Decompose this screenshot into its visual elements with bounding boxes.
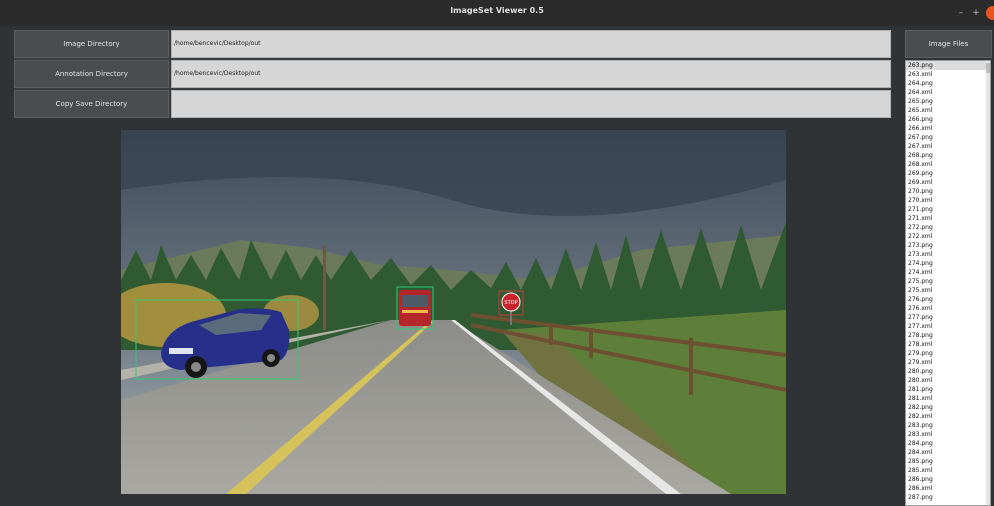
annotation-directory-button[interactable]: Annotation Directory [14, 60, 169, 88]
scrollbar-thumb[interactable] [986, 63, 990, 73]
file-list-item[interactable]: 284.xml [906, 448, 990, 457]
window-title: ImageSet Viewer 0.5 [450, 6, 544, 15]
image-files-header[interactable]: Image Files [905, 30, 992, 58]
file-list-item[interactable]: 268.xml [906, 160, 990, 169]
file-list-item[interactable]: 267.xml [906, 142, 990, 151]
file-list-item[interactable]: 264.xml [906, 88, 990, 97]
file-list-item[interactable]: 276.png [906, 295, 990, 304]
file-list-item[interactable]: 279.xml [906, 358, 990, 367]
file-list-item[interactable]: 270.png [906, 187, 990, 196]
file-list-item[interactable]: 286.png [906, 475, 990, 484]
minimize-icon[interactable]: – [954, 6, 968, 20]
close-icon[interactable] [986, 6, 994, 20]
file-list-item[interactable]: 282.png [906, 403, 990, 412]
file-list-item[interactable]: 283.xml [906, 430, 990, 439]
file-list-item[interactable]: 275.xml [906, 286, 990, 295]
maximize-icon[interactable]: + [969, 6, 983, 20]
file-list-item[interactable]: 286.xml [906, 484, 990, 493]
file-list-item[interactable]: 278.png [906, 331, 990, 340]
file-list-item[interactable]: 269.xml [906, 178, 990, 187]
file-list-item[interactable]: 280.xml [906, 376, 990, 385]
file-list-item[interactable]: 273.xml [906, 250, 990, 259]
main-area: Image Directory /home/bencevic/Desktop/o… [0, 26, 994, 506]
file-list-item[interactable]: 265.png [906, 97, 990, 106]
file-list-item[interactable]: 280.png [906, 367, 990, 376]
stop-sign-text: STOP [504, 300, 517, 306]
bus [396, 286, 434, 330]
directory-form: Image Directory /home/bencevic/Desktop/o… [14, 30, 892, 118]
file-list-item[interactable]: 270.xml [906, 196, 990, 205]
file-list-item[interactable]: 283.png [906, 421, 990, 430]
copy-save-directory-row: Copy Save Directory [14, 90, 892, 118]
file-list-item[interactable]: 266.png [906, 115, 990, 124]
file-list-item[interactable]: 272.xml [906, 232, 990, 241]
file-list-item[interactable]: 281.png [906, 385, 990, 394]
file-list-item[interactable]: 264.png [906, 79, 990, 88]
file-list-item[interactable]: 263.png [906, 61, 990, 70]
annotation-directory-field[interactable]: /home/bencevic/Desktop/out [171, 60, 891, 88]
image-files-list[interactable]: 263.png 263.xml 264.png 264.xml 265.png 265.x… [905, 60, 991, 506]
image-directory-field[interactable]: /home/bencevic/Desktop/out [171, 30, 891, 58]
file-list-item[interactable]: 274.png [906, 259, 990, 268]
file-list-item[interactable]: 267.png [906, 133, 990, 142]
file-list-scrollbar[interactable] [986, 61, 990, 505]
file-list-item[interactable]: 263.xml [906, 70, 990, 79]
file-list-item[interactable]: 284.png [906, 439, 990, 448]
file-list-item[interactable]: 279.png [906, 349, 990, 358]
file-list-item[interactable]: 271.png [906, 205, 990, 214]
image-directory-button[interactable]: Image Directory [14, 30, 169, 58]
file-list-item[interactable]: 277.png [906, 313, 990, 322]
file-list-item[interactable]: 273.png [906, 241, 990, 250]
file-list-item[interactable]: 272.png [906, 223, 990, 232]
utility-pole [323, 245, 326, 330]
annotation-directory-row: Annotation Directory /home/bencevic/Desk… [14, 60, 892, 88]
image-directory-row: Image Directory /home/bencevic/Desktop/o… [14, 30, 892, 58]
file-list-item[interactable]: 276.xml [906, 304, 990, 313]
copy-save-directory-button[interactable]: Copy Save Directory [14, 90, 169, 118]
file-list-item[interactable]: 271.xml [906, 214, 990, 223]
file-list-item[interactable]: 268.png [906, 151, 990, 160]
title-bar: ImageSet Viewer 0.5 – + [0, 0, 994, 27]
file-list-item[interactable]: 266.xml [906, 124, 990, 133]
file-list-item[interactable]: 282.xml [906, 412, 990, 421]
file-list-item[interactable]: 274.xml [906, 268, 990, 277]
file-list-item[interactable]: 265.xml [906, 106, 990, 115]
file-list-item[interactable]: 278.xml [906, 340, 990, 349]
file-list-item[interactable]: 287.png [906, 493, 990, 502]
copy-save-directory-field[interactable] [171, 90, 891, 118]
file-list-item[interactable]: 269.png [906, 169, 990, 178]
preview-image: STOP [121, 130, 786, 494]
file-list-item[interactable]: 281.xml [906, 394, 990, 403]
image-viewer: STOP [14, 120, 892, 506]
file-list-item[interactable]: 275.png [906, 277, 990, 286]
file-list-item[interactable]: 285.png [906, 457, 990, 466]
file-list-item[interactable]: 285.xml [906, 466, 990, 475]
file-list-item[interactable]: 277.xml [906, 322, 990, 331]
